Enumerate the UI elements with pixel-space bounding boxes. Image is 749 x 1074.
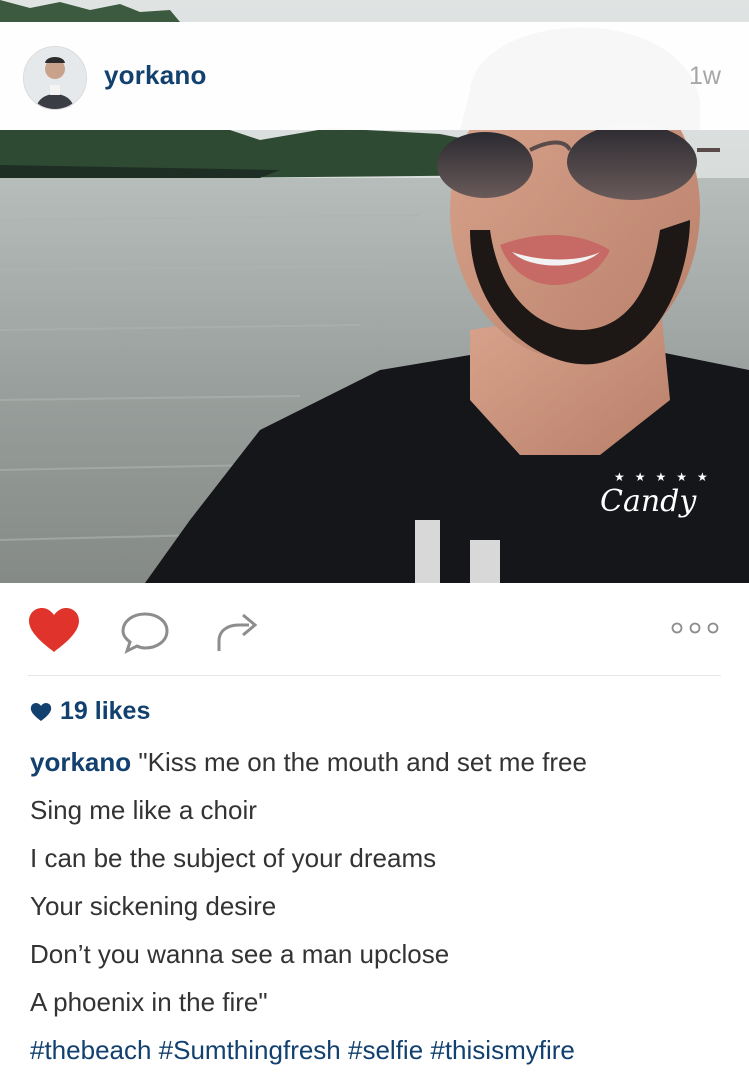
avatar-image [24,47,86,109]
heart-icon[interactable] [27,606,81,659]
hashtags[interactable]: #thebeach #Sumthingfresh #selfie #thisis… [30,1026,730,1074]
divider [28,675,721,676]
caption-username[interactable]: yorkano [30,747,131,777]
caption-text-1: "Kiss me on the mouth and set me free [138,747,587,777]
comment-icon[interactable] [120,611,172,660]
caption-line-1: yorkano "Kiss me on the mouth and set me… [30,738,730,786]
small-heart-icon [30,702,52,721]
avatar[interactable] [23,46,87,110]
caption-line-3: I can be the subject of your dreams [30,843,437,873]
caption-line-4: Your sickening desire [30,891,277,921]
caption-line-2: Sing me like a choir [30,795,257,825]
candy-watermark: ★★★★★ Candy [600,470,718,519]
post-time: 1w [689,62,721,90]
caption-line-6: A phoenix in the fire" [30,987,268,1017]
likes-count[interactable]: 19 likes [60,697,150,726]
actions-bar [0,583,749,675]
share-arrow-icon[interactable] [213,611,263,658]
watermark-text: Candy [600,484,697,519]
likes-row[interactable]: 19 likes [30,697,150,726]
post-username[interactable]: yorkano [104,60,207,91]
post-header: yorkano 1w [0,22,749,130]
more-options-icon[interactable] [670,621,720,640]
caption: yorkano "Kiss me on the mouth and set me… [30,738,730,1074]
watermark-stars: ★★★★★ [614,470,718,484]
caption-line-5: Don’t you wanna see a man upclose [30,939,450,969]
